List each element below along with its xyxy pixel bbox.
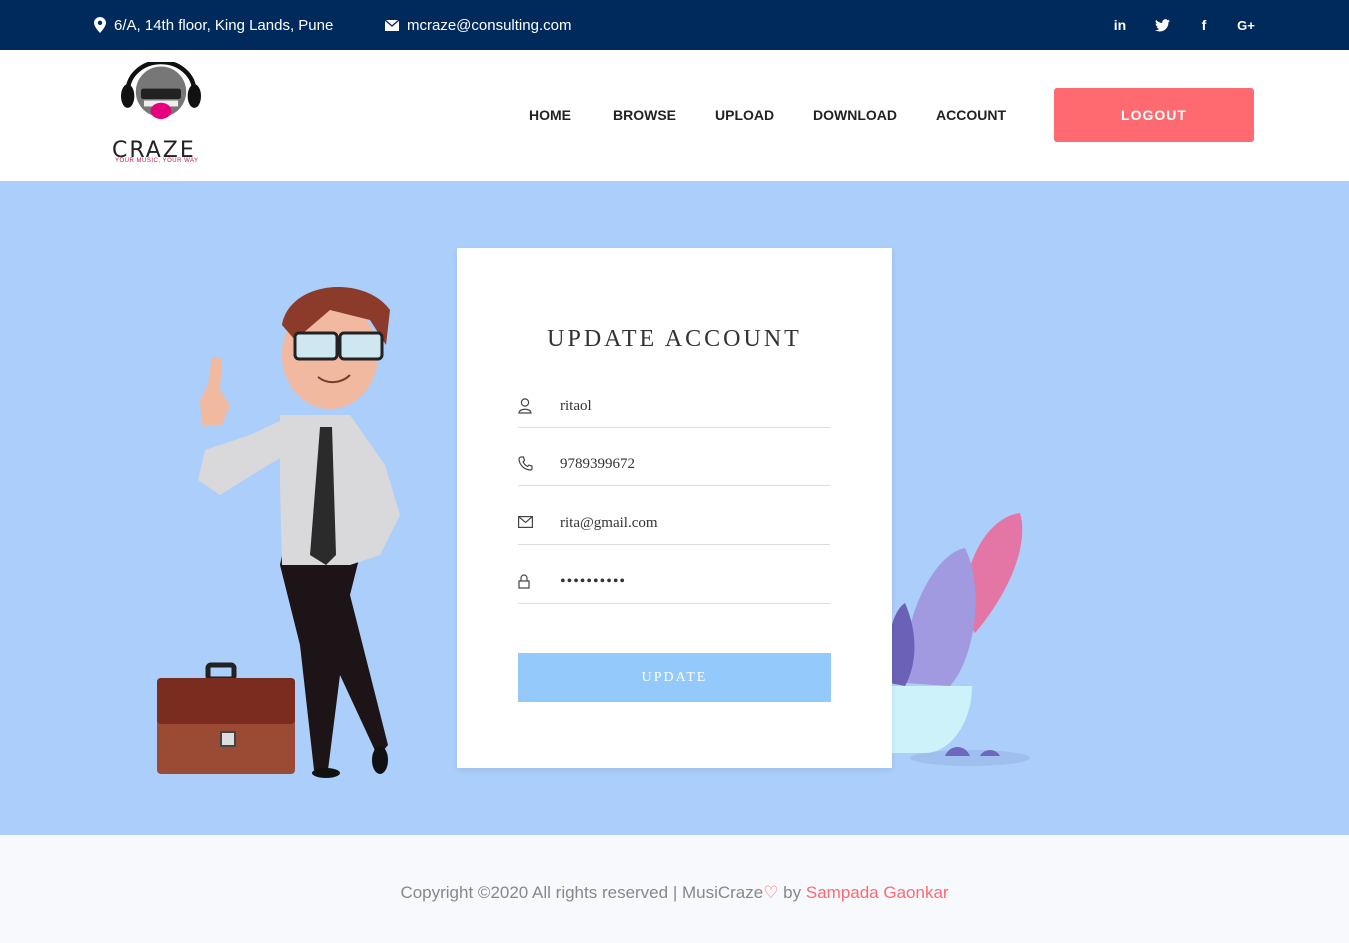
copyright-label: Copyright ©2020 All rights reserved | Mu…	[400, 883, 764, 902]
address-text: 6/A, 14th floor, King Lands, Pune	[114, 16, 334, 34]
form-title: UPDATE ACCOUNT	[547, 326, 802, 352]
lock-icon	[518, 574, 534, 590]
site-footer: Copyright ©2020 All rights reserved | Mu…	[0, 835, 1349, 943]
brand-tagline: YOUR MUSIC, YOUR WAY	[115, 158, 199, 164]
author-link[interactable]: Sampada Gaonkar	[806, 883, 949, 902]
top-info-bar: 6/A, 14th floor, King Lands, Pune mcraze…	[0, 0, 1349, 50]
phone-icon	[518, 456, 534, 472]
mail-icon	[518, 515, 534, 531]
twitter-icon[interactable]	[1153, 16, 1171, 34]
update-account-card: UPDATE ACCOUNT UPDATE	[457, 248, 892, 768]
social-links: in f G+	[1111, 0, 1255, 50]
businessman-illustration	[157, 287, 400, 778]
logout-button[interactable]: LOGOUT	[1054, 88, 1254, 142]
password-input[interactable]	[560, 570, 820, 594]
linkedin-icon[interactable]: in	[1111, 16, 1129, 34]
nav-upload[interactable]: UPLOAD	[715, 107, 774, 123]
craze-logo[interactable]	[106, 62, 216, 142]
nav-download[interactable]: DOWNLOAD	[813, 107, 897, 123]
nav-account[interactable]: ACCOUNT	[936, 107, 1006, 123]
email-field	[518, 505, 830, 545]
envelope-icon	[385, 19, 399, 31]
address-item: 6/A, 14th floor, King Lands, Pune	[94, 0, 333, 50]
by-label: by	[778, 883, 806, 902]
copyright-text: Copyright ©2020 All rights reserved | Mu…	[0, 883, 1349, 903]
nav-browse[interactable]: BROWSE	[613, 107, 676, 123]
email-input[interactable]	[560, 511, 820, 535]
username-field	[518, 388, 830, 428]
update-button[interactable]: UPDATE	[518, 653, 831, 702]
plant-illustration	[888, 513, 1030, 766]
user-icon	[518, 398, 534, 414]
email-text[interactable]: mcraze@consulting.com	[407, 17, 571, 34]
email-item: mcraze@consulting.com	[385, 0, 571, 50]
facebook-icon[interactable]: f	[1195, 16, 1213, 34]
nav-home[interactable]: HOME	[529, 107, 571, 123]
phone-input[interactable]	[560, 452, 820, 476]
phone-field	[518, 446, 830, 486]
google-plus-icon[interactable]: G+	[1237, 16, 1255, 34]
map-pin-icon	[94, 17, 106, 33]
username-input[interactable]	[560, 394, 820, 418]
password-field	[518, 564, 830, 604]
heart-icon: ♡	[763, 883, 779, 902]
